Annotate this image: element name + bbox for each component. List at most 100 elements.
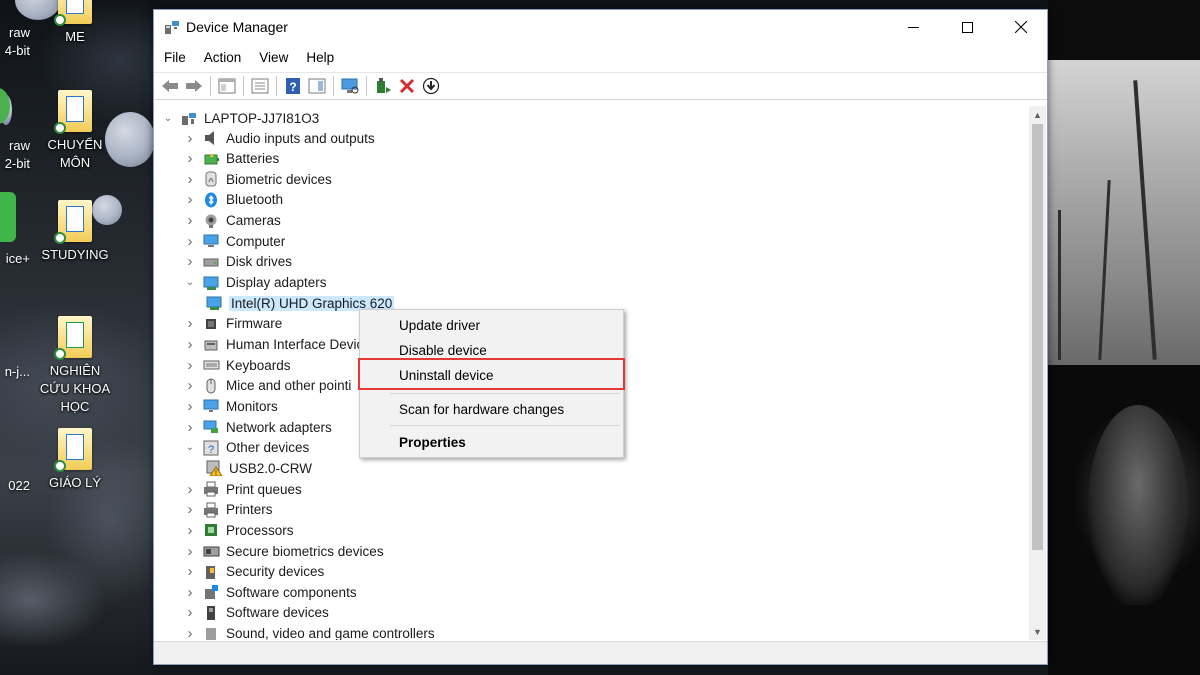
forward-button[interactable] — [182, 75, 205, 97]
chevron-right-icon[interactable]: › — [184, 376, 196, 396]
vertical-scrollbar[interactable]: ▲ ▼ — [1029, 106, 1046, 640]
chevron-right-icon[interactable]: › — [184, 128, 196, 148]
action-pane-button[interactable] — [305, 75, 328, 97]
tree-category[interactable]: › Bluetooth — [184, 190, 284, 210]
chevron-right-icon[interactable]: › — [184, 624, 196, 640]
uninstall-button[interactable] — [395, 75, 418, 97]
display-adapter-icon — [202, 275, 220, 291]
tree-category[interactable]: ⌄ Display adapters — [184, 273, 327, 293]
desktop-folder-icon[interactable]: STUDYING — [40, 200, 110, 264]
tree-category[interactable]: › Sound, video and game controllers — [184, 624, 435, 640]
tree-category[interactable]: › Batteries — [184, 149, 280, 169]
tree-item-label: Software components — [226, 584, 357, 600]
desktop-folder-icon[interactable]: ME — [40, 0, 110, 46]
menu-action[interactable]: Action — [194, 47, 250, 71]
chevron-right-icon[interactable]: › — [184, 355, 196, 375]
maximize-button[interactable] — [944, 10, 990, 44]
tree-item-label: Printers — [226, 502, 273, 518]
properties-view-icon — [218, 78, 235, 94]
chevron-down-icon[interactable]: ⌄ — [162, 108, 174, 128]
chevron-right-icon[interactable]: › — [184, 562, 196, 582]
tree-category[interactable]: › Firmware — [184, 314, 283, 334]
chevron-right-icon[interactable]: › — [184, 582, 196, 602]
minimize-icon — [907, 26, 919, 28]
tree-category[interactable]: › Processors — [184, 520, 294, 540]
close-button[interactable] — [998, 10, 1044, 44]
minimize-button[interactable] — [890, 10, 936, 44]
tree-category[interactable]: › Biometric devices — [184, 169, 332, 189]
scroll-thumb[interactable] — [1032, 124, 1043, 550]
security-icon — [202, 564, 220, 580]
scroll-up-icon[interactable]: ▲ — [1029, 106, 1046, 123]
chevron-right-icon[interactable]: › — [184, 479, 196, 499]
tree-category[interactable]: › Audio inputs and outputs — [184, 128, 375, 148]
software-component-icon — [202, 584, 220, 600]
desktop-icon-label: n-j... — [4, 364, 30, 379]
menu-properties[interactable]: Properties — [360, 430, 623, 454]
tree-item-label: Software devices — [226, 605, 329, 621]
green-app-icon[interactable] — [0, 192, 16, 242]
tree-category[interactable]: › Computer — [184, 231, 286, 251]
desktop-folder-icon[interactable]: CHUYỂN MÔN — [40, 90, 110, 172]
device-manager-icon — [165, 21, 179, 34]
tree-category[interactable]: › Security devices — [184, 562, 325, 582]
monitor-scan-icon — [341, 78, 358, 94]
tree-category[interactable]: › Monitors — [184, 396, 278, 416]
menu-file[interactable]: File — [154, 47, 194, 71]
tree-category[interactable]: › Print queues — [184, 479, 302, 499]
tree-category[interactable]: › Disk drives — [184, 252, 293, 272]
tree-item-label: Monitors — [226, 398, 278, 414]
help-button[interactable]: ? — [281, 75, 304, 97]
chevron-right-icon[interactable]: › — [184, 149, 196, 169]
chevron-right-icon[interactable]: › — [184, 603, 196, 623]
tree-child-item[interactable]: ! USB2.0-CRW — [205, 458, 312, 478]
tree-category[interactable]: › Software components — [184, 582, 357, 602]
scroll-down-icon[interactable]: ▼ — [1029, 623, 1046, 640]
scan-hardware-button[interactable] — [338, 75, 361, 97]
title-bar[interactable]: Device Manager — [154, 10, 1047, 44]
desktop-icon-label: NGHIÊN CỨU KHOA HỌC — [39, 363, 111, 414]
chevron-right-icon[interactable]: › — [184, 417, 196, 437]
update-driver-button[interactable] — [371, 75, 394, 97]
tree-category[interactable]: › Software devices — [184, 603, 329, 623]
show-hide-tree-button[interactable] — [248, 75, 271, 97]
menu-scan-hardware-changes[interactable]: Scan for hardware changes — [360, 397, 623, 421]
chevron-right-icon[interactable]: › — [184, 520, 196, 540]
tree-item-label: Cameras — [226, 213, 281, 229]
chevron-right-icon[interactable]: › — [184, 211, 196, 231]
tree-root[interactable]: ⌄ LAPTOP-JJ7I81O3 — [162, 108, 320, 128]
menu-help[interactable]: Help — [296, 47, 342, 71]
desktop-icon-label: 022 — [8, 478, 30, 493]
tree-category[interactable]: › Printers — [184, 500, 273, 520]
menu-update-driver[interactable]: Update driver — [360, 313, 623, 337]
tree-category[interactable]: › Human Interface Devic — [184, 335, 364, 355]
chevron-down-icon[interactable]: ⌄ — [184, 273, 196, 293]
tree-category[interactable]: › Secure biometrics devices — [184, 541, 384, 561]
chevron-right-icon[interactable]: › — [184, 169, 196, 189]
update-driver-icon — [376, 78, 391, 93]
chevron-right-icon[interactable]: › — [184, 500, 196, 520]
chevron-right-icon[interactable]: › — [184, 252, 196, 272]
desktop-folder-icon[interactable]: GIÁO LÝ — [40, 428, 110, 492]
tree-category[interactable]: ⌄? Other devices — [184, 438, 309, 458]
back-button[interactable] — [158, 75, 181, 97]
chevron-right-icon[interactable]: › — [184, 231, 196, 251]
mouse-icon — [202, 378, 220, 394]
menu-view[interactable]: View — [249, 47, 296, 71]
tree-category[interactable]: › Keyboards — [184, 355, 291, 375]
tree-item-label: Print queues — [226, 481, 302, 497]
properties-view-button[interactable] — [215, 75, 238, 97]
chevron-down-icon[interactable]: ⌄ — [184, 438, 196, 458]
chevron-right-icon[interactable]: › — [184, 335, 196, 355]
enable-device-button[interactable] — [419, 75, 442, 97]
chevron-right-icon[interactable]: › — [184, 396, 196, 416]
unknown-device-icon: ? — [202, 440, 220, 456]
desktop-folder-icon[interactable]: NGHIÊN CỨU KHOA HỌC — [35, 316, 115, 416]
context-menu: Update driver Disable device Uninstall d… — [358, 309, 625, 458]
tree-category[interactable]: › Cameras — [184, 211, 281, 231]
tree-category[interactable]: › Mice and other pointi — [184, 376, 352, 396]
tree-category[interactable]: › Network adapters — [184, 417, 332, 437]
chevron-right-icon[interactable]: › — [184, 190, 196, 210]
chevron-right-icon[interactable]: › — [184, 314, 196, 334]
chevron-right-icon[interactable]: › — [184, 541, 196, 561]
